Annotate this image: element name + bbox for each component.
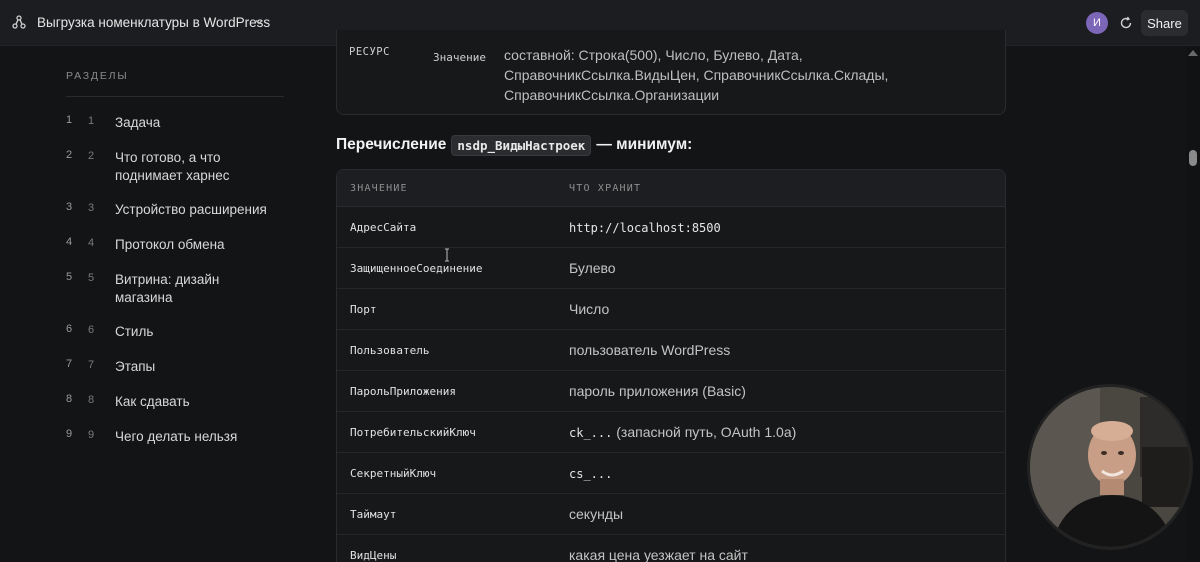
cell-key: ВидЦены [350, 549, 397, 562]
toc-number-secondary: 3 [88, 202, 95, 214]
table-row: Порт Число [337, 289, 1005, 330]
toc-item-stages[interactable]: 7 7 Этапы [66, 358, 296, 394]
heading-prefix: Перечисление [336, 136, 447, 153]
cell-code: http://localhost:8500 [569, 221, 721, 235]
toc-item-label: Витрина: дизайн магазина [115, 272, 220, 305]
toc-item-forbidden[interactable]: 9 9 Чего делать нельзя [66, 428, 296, 464]
resource-subkey: Значение [433, 51, 486, 64]
cell-key: ПарольПриложения [350, 385, 456, 398]
toc-item-submit[interactable]: 8 8 Как сдавать [66, 393, 296, 429]
presenter-image [1030, 387, 1190, 547]
resource-key: РЕСУРС [349, 46, 390, 58]
cell-value: пользователь WordPress [569, 342, 730, 358]
cell-text: Булево [569, 260, 616, 276]
cell-value: http://localhost:8500 [569, 219, 721, 235]
toc-number-secondary: 5 [88, 272, 95, 284]
table-row: АдресСайта http://localhost:8500 [337, 207, 1005, 248]
resource-value: составной: Строка(500), Число, Булево, Д… [504, 47, 889, 103]
table-row: ПарольПриложения пароль приложения (Basi… [337, 371, 1005, 412]
toc-item-label: Чего делать нельзя [115, 429, 238, 444]
settings-table: ЗНАЧЕНИЕ ЧТО ХРАНИТ АдресСайта http://lo… [336, 169, 1006, 562]
table-row: Таймаут секунды [337, 494, 1005, 535]
toc-item-ready[interactable]: 2 2 Что готово, а что поднимает харнес [66, 149, 296, 185]
cell-value: Булево [569, 260, 616, 276]
cell-text: пользователь WordPress [569, 342, 731, 358]
cell-text: какая цена уезжает на сайт [569, 547, 748, 562]
cell-key: Таймаут [350, 508, 397, 521]
toc-number: 5 [66, 271, 73, 283]
toc-number: 9 [66, 428, 73, 440]
cell-key: СекретныйКлюч [350, 467, 437, 480]
cell-code: ck_... [569, 426, 613, 440]
avatar[interactable]: И [1086, 12, 1108, 34]
table-row: Пользователь пользователь WordPress [337, 330, 1005, 371]
toc-item-label: Протокол обмена [115, 237, 225, 252]
cell-key: ЗащищенноеСоединение [350, 262, 483, 275]
toc-number-secondary: 8 [88, 394, 95, 406]
section-heading: Перечисление nsdp_ВидыНастроек — минимум… [336, 134, 692, 156]
cell-text: пароль приложения (Basic) [569, 383, 746, 399]
cell-key: АдресСайта [350, 221, 417, 234]
cell-value: какая цена уезжает на сайт [569, 547, 748, 562]
toc-item-label: Как сдавать [115, 394, 190, 409]
toc-item-label: Этапы [115, 359, 156, 374]
cell-key: Пользователь [350, 344, 430, 357]
toc-item-label: Устройство расширения [115, 202, 267, 217]
toc-item-task[interactable]: 1 1 Задача [66, 114, 296, 150]
column-header-stores: ЧТО ХРАНИТ [569, 183, 642, 194]
table-header: ЗНАЧЕНИЕ ЧТО ХРАНИТ [337, 170, 1005, 207]
toc-number-secondary: 4 [88, 237, 95, 249]
toc-number-secondary: 1 [88, 115, 95, 127]
toc-number: 8 [66, 393, 73, 405]
toc-number-secondary: 2 [88, 150, 95, 162]
document-title[interactable]: Выгрузка номенклатуры в WordPress [37, 15, 270, 30]
toc-item-label: Задача [115, 115, 161, 130]
toc-number: 6 [66, 323, 73, 335]
divider [66, 96, 284, 97]
scroll-up-arrow-icon[interactable] [1188, 50, 1198, 56]
toc-number-secondary: 7 [88, 359, 95, 371]
cell-text: секунды [569, 506, 624, 522]
toc-item-protocol[interactable]: 4 4 Протокол обмена [66, 236, 296, 272]
column-header-value: ЗНАЧЕНИЕ [350, 183, 408, 194]
cell-key: ПотребительскийКлюч [350, 426, 476, 439]
toc-number: 3 [66, 201, 73, 213]
toc-number: 1 [66, 114, 73, 126]
cell-value: секунды [569, 506, 623, 522]
webcam-overlay [1027, 384, 1193, 550]
cell-code: cs_... [569, 467, 613, 481]
toc-item-label: Стиль [115, 324, 154, 339]
cell-value: cs_... [569, 465, 612, 481]
toc-item-structure[interactable]: 3 3 Устройство расширения [66, 201, 296, 237]
toc-number: 7 [66, 358, 73, 370]
toc-item-storefront[interactable]: 5 5 Витрина: дизайн магазина [66, 271, 296, 307]
share-nodes-icon [12, 15, 26, 29]
inline-code: nsdp_ВидыНастроек [451, 134, 592, 156]
cell-value: ck_... (запасной путь, OAuth 1.0a) [569, 424, 796, 440]
cell-key: Порт [350, 303, 377, 316]
toc-item-style[interactable]: 6 6 Стиль [66, 323, 296, 359]
table-row: ЗащищенноеСоединение Булево [337, 248, 1005, 289]
table-row: СекретныйКлюч cs_... [337, 453, 1005, 494]
toc-number: 4 [66, 236, 73, 248]
scrollbar-thumb[interactable] [1189, 150, 1197, 166]
text-cursor-icon [445, 248, 449, 262]
table-row: ПотребительскийКлюч ck_... (запасной пут… [337, 412, 1005, 453]
chevron-down-icon[interactable] [254, 17, 264, 27]
refresh-icon[interactable] [1119, 16, 1133, 30]
toc-number-secondary: 6 [88, 324, 95, 336]
cell-text: (запасной путь, OAuth 1.0a) [612, 424, 797, 440]
table-row: ВидЦены какая цена уезжает на сайт [337, 535, 1005, 562]
heading-suffix: — минимум: [596, 136, 693, 153]
toc-number: 2 [66, 149, 73, 161]
cell-text: Число [569, 301, 610, 317]
cell-value: пароль приложения (Basic) [569, 383, 746, 399]
toc-item-label: Что готово, а что поднимает харнес [115, 150, 230, 183]
cell-value: Число [569, 301, 609, 317]
toc-heading: РАЗДЕЛЫ [66, 70, 129, 82]
toc-number-secondary: 9 [88, 429, 95, 441]
share-button[interactable]: Share [1141, 10, 1188, 36]
